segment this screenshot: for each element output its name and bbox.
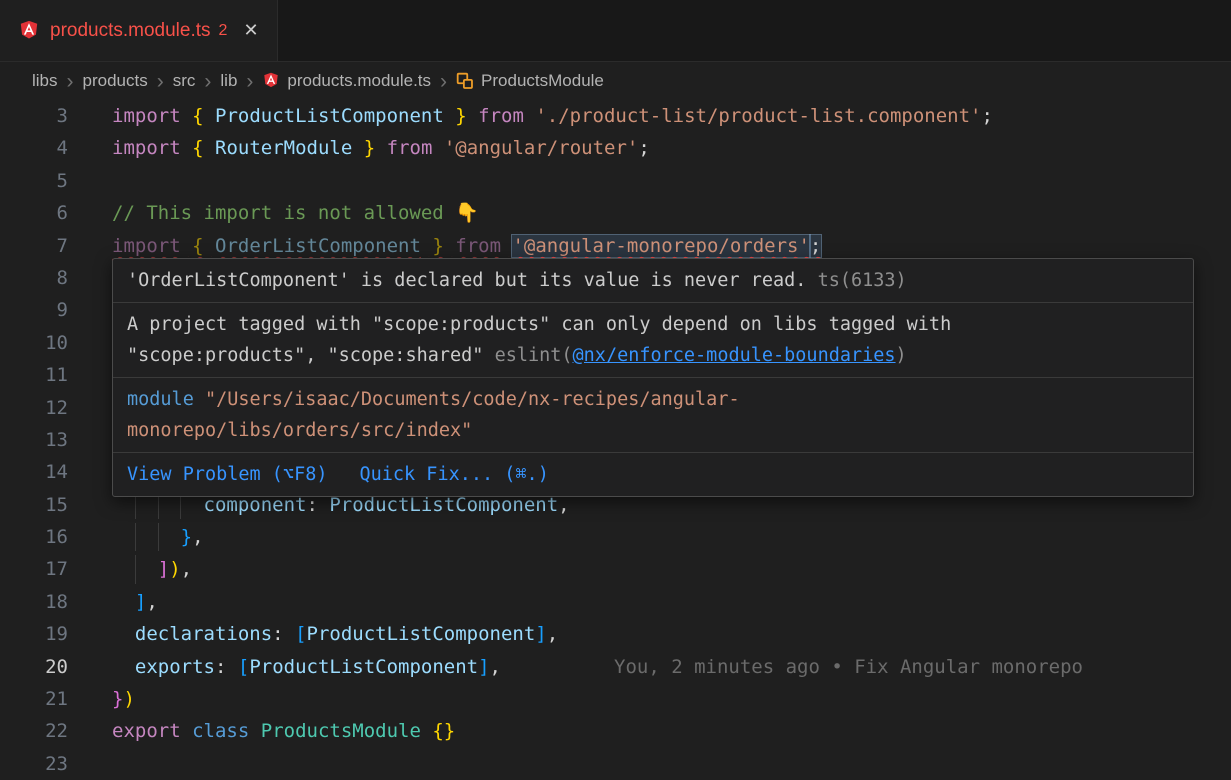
code-text: import { RouterModule } from '@angular/r…	[112, 132, 650, 164]
code-text: exports: [ProductListComponent],	[112, 651, 501, 683]
module-path-text: monorepo/libs/orders/src/index"	[127, 420, 472, 441]
line-number[interactable]: 23	[0, 748, 68, 780]
line-number[interactable]: 16	[0, 521, 68, 553]
line-number[interactable]: 15	[0, 489, 68, 521]
hover-ts-message: 'OrderListComponent' is declared but its…	[113, 259, 1193, 303]
code-line-16[interactable]: 16 },	[0, 521, 1231, 553]
code-line-18[interactable]: 18 ],	[0, 586, 1231, 618]
line-number[interactable]: 17	[0, 553, 68, 585]
code-line-17[interactable]: 17 ]),	[0, 553, 1231, 585]
breadcrumb-item-file[interactable]: products.module.ts	[262, 71, 431, 91]
code-text: // This import is not allowed 👇	[112, 197, 479, 229]
breadcrumb-item-libs[interactable]: libs	[32, 71, 58, 91]
module-path-line1: module "/Users/isaac/Documents/code/nx-r…	[127, 384, 1179, 415]
line-number[interactable]: 8	[0, 262, 68, 294]
eslint-rule-link[interactable]: @nx/enforce-module-boundaries	[573, 345, 896, 366]
ts-message-text: 'OrderListComponent' is declared but its…	[127, 270, 806, 291]
hover-status-bar: View Problem (⌥F8) Quick Fix... (⌘.)	[113, 453, 1193, 496]
code-text: export class ProductsModule {}	[112, 715, 455, 747]
hover-module-info: module "/Users/isaac/Documents/code/nx-r…	[113, 378, 1193, 453]
angular-icon	[262, 72, 280, 90]
line-number[interactable]: 12	[0, 392, 68, 424]
ts-source-label: ts(6133)	[818, 270, 907, 291]
indent-guide	[135, 555, 136, 583]
code-text: ]),	[112, 553, 192, 585]
line-number[interactable]: 5	[0, 165, 68, 197]
breadcrumb-label: ProductsModule	[481, 71, 604, 91]
code-editor[interactable]: 3 import { ProductListComponent } from '.…	[0, 100, 1231, 780]
module-keyword: module	[127, 389, 194, 410]
breadcrumb-label: products.module.ts	[287, 71, 431, 91]
breadcrumb-item-products[interactable]: products	[83, 71, 148, 91]
indent-guide	[158, 523, 159, 551]
hover-eslint-message: A project tagged with "scope:products" c…	[113, 303, 1193, 378]
line-number[interactable]: 6	[0, 197, 68, 229]
breadcrumb-label: products	[83, 71, 148, 91]
module-path-line2: monorepo/libs/orders/src/index"	[127, 415, 1179, 446]
module-path-text: "/Users/isaac/Documents/code/nx-recipes/…	[205, 389, 740, 410]
chevron-right-icon: ›	[204, 71, 211, 92]
code-line-23[interactable]: 23	[0, 748, 1231, 780]
line-number[interactable]: 20	[0, 651, 68, 683]
eslint-message-line2: "scope:products", "scope:shared" eslint(…	[127, 340, 1179, 371]
eslint-message-line1: A project tagged with "scope:products" c…	[127, 309, 1179, 340]
tab-problem-count-badge: 2	[219, 22, 228, 40]
line-number[interactable]: 22	[0, 715, 68, 747]
code-line-5[interactable]: 5	[0, 165, 1231, 197]
breadcrumb-item-src[interactable]: src	[173, 71, 196, 91]
breadcrumb: libs › products › src › lib › products.m…	[0, 62, 1231, 100]
tab-products-module[interactable]: products.module.ts 2 ✕	[0, 0, 278, 61]
line-number[interactable]: 9	[0, 294, 68, 326]
breadcrumb-item-symbol[interactable]: ProductsModule	[456, 71, 604, 91]
line-number[interactable]: 11	[0, 359, 68, 391]
line-number[interactable]: 21	[0, 683, 68, 715]
code-line-20[interactable]: 20 exports: [ProductListComponent], You, …	[0, 651, 1231, 683]
hover-popup: 'OrderListComponent' is declared but its…	[112, 258, 1194, 497]
line-number[interactable]: 14	[0, 456, 68, 488]
tab-filename: products.module.ts	[50, 20, 211, 42]
tab-bar: products.module.ts 2 ✕	[0, 0, 1231, 62]
eslint-source-suffix: )	[896, 345, 907, 366]
breadcrumb-label: libs	[32, 71, 58, 91]
line-number[interactable]: 19	[0, 618, 68, 650]
view-problem-button[interactable]: View Problem (⌥F8)	[127, 459, 327, 490]
breadcrumb-item-lib[interactable]: lib	[220, 71, 237, 91]
code-text: declarations: [ProductListComponent],	[112, 618, 558, 650]
angular-icon	[18, 20, 40, 42]
code-text: import { ProductListComponent } from './…	[112, 100, 993, 132]
chevron-right-icon: ›	[157, 71, 164, 92]
line-number[interactable]: 13	[0, 424, 68, 456]
code-line-21[interactable]: 21})	[0, 683, 1231, 715]
code-line-4[interactable]: 4 import { RouterModule } from '@angular/…	[0, 132, 1231, 164]
indent-guide	[135, 523, 136, 551]
code-line-19[interactable]: 19 declarations: [ProductListComponent],	[0, 618, 1231, 650]
quick-fix-button[interactable]: Quick Fix... (⌘.)	[359, 459, 548, 490]
line-number[interactable]: 3	[0, 100, 68, 132]
line-number[interactable]: 7	[0, 230, 68, 262]
tab-close-icon[interactable]: ✕	[243, 20, 258, 41]
breadcrumb-label: lib	[220, 71, 237, 91]
chevron-right-icon: ›	[246, 71, 253, 92]
line-number[interactable]: 10	[0, 327, 68, 359]
eslint-source-prefix: eslint(	[495, 345, 573, 366]
breadcrumb-label: src	[173, 71, 196, 91]
code-line-3[interactable]: 3 import { ProductListComponent } from '.…	[0, 100, 1231, 132]
eslint-message-text: "scope:products", "scope:shared"	[127, 345, 483, 366]
line-number[interactable]: 18	[0, 586, 68, 618]
chevron-right-icon: ›	[67, 71, 74, 92]
line-number[interactable]: 4	[0, 132, 68, 164]
chevron-right-icon: ›	[440, 71, 447, 92]
code-text: ],	[112, 586, 158, 618]
class-symbol-icon	[456, 72, 474, 90]
git-blame-annotation: You, 2 minutes ago • Fix Angular monorep…	[614, 651, 1083, 683]
code-line-22[interactable]: 22 export class ProductsModule {}	[0, 715, 1231, 747]
code-line-6[interactable]: 6 // This import is not allowed 👇	[0, 197, 1231, 229]
code-text: })	[112, 683, 135, 715]
